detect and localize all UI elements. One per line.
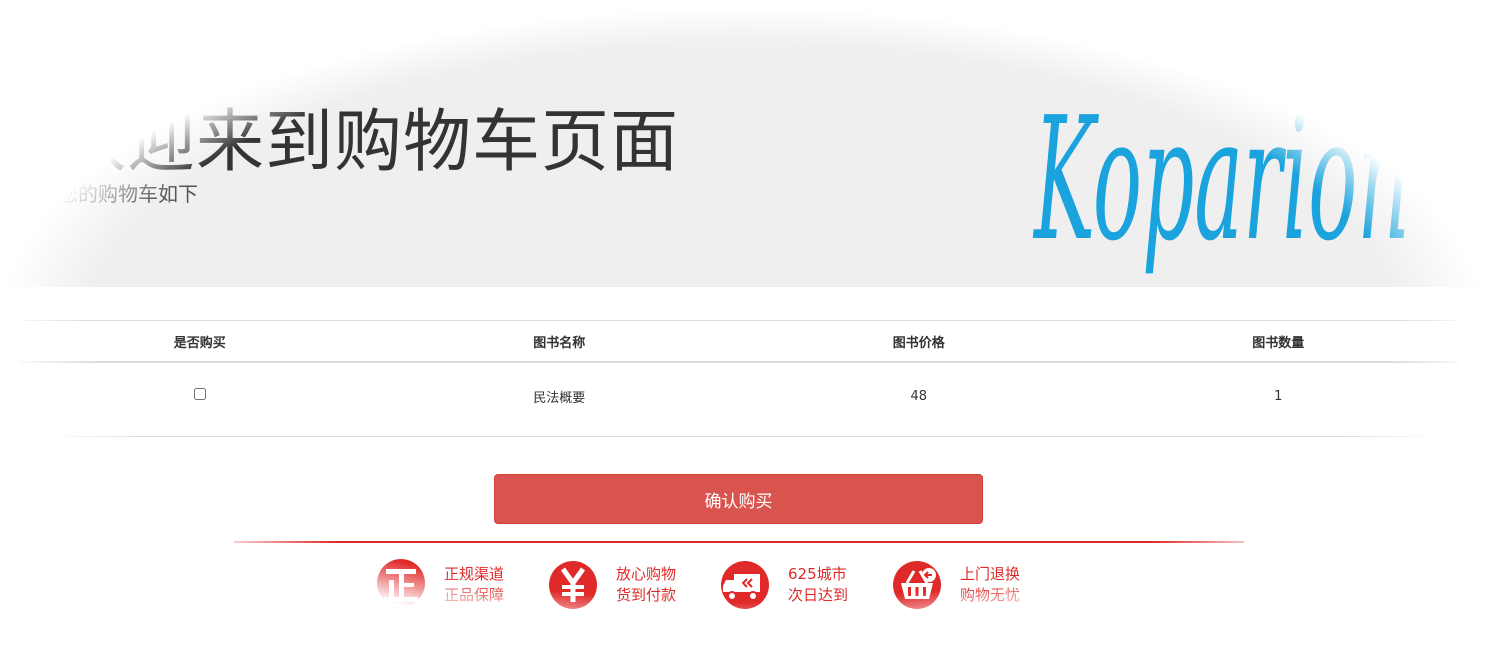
feature-line2: 次日达到 (788, 586, 849, 604)
page: 欢迎来到购物车页面 您的购物车如下 Koparion 是否购买 图书名称 图书价… (0, 0, 1486, 647)
column-header-buy: 是否购买 (20, 320, 380, 363)
jumbotron-header: 欢迎来到购物车页面 您的购物车如下 Koparion (0, 0, 1486, 287)
feature-line1: 放心购物 (616, 565, 677, 583)
return-basket-icon (893, 561, 941, 609)
confirm-purchase-button[interactable]: 确认购买 (494, 474, 983, 524)
page-title: 欢迎来到购物车页面 (58, 103, 680, 182)
feature-line1: 上门退换 (960, 565, 1021, 583)
brand-logo-text: Koparion (1033, 81, 1410, 279)
feature-line2: 购物无忧 (960, 586, 1021, 604)
table-header-row: 是否购买 图书名称 图书价格 图书数量 (20, 320, 1458, 363)
cart-table: 是否购买 图书名称 图书价格 图书数量 民法概要 48 1 (20, 320, 1458, 437)
buy-checkbox[interactable] (193, 388, 206, 400)
column-header-book-name: 图书名称 (379, 320, 739, 363)
divider (234, 541, 1244, 543)
feature-line2: 正品保障 (444, 586, 505, 604)
brand-logo: Koparion (1033, 81, 1410, 279)
buy-cell (20, 362, 380, 437)
service-features: 正规渠道 正品保障 放心购物 货到付款 625城市 次日达到 上门退换 购物无忧 (376, 556, 1076, 616)
book-price-cell: 48 (739, 362, 1099, 437)
zheng-badge-icon (377, 559, 425, 607)
feature-line1: 625城市 (788, 565, 847, 583)
table-row: 民法概要 48 1 (20, 362, 1458, 437)
book-quantity-cell: 1 (1098, 362, 1458, 437)
column-header-book-quantity: 图书数量 (1098, 320, 1458, 363)
book-name-cell: 民法概要 (379, 362, 739, 437)
yuan-badge-icon (549, 561, 597, 609)
column-header-book-price: 图书价格 (739, 320, 1099, 363)
feature-line1: 正规渠道 (444, 565, 505, 583)
feature-line2: 货到付款 (616, 586, 677, 604)
delivery-truck-icon (721, 561, 769, 609)
page-subtitle: 您的购物车如下 (58, 182, 198, 206)
